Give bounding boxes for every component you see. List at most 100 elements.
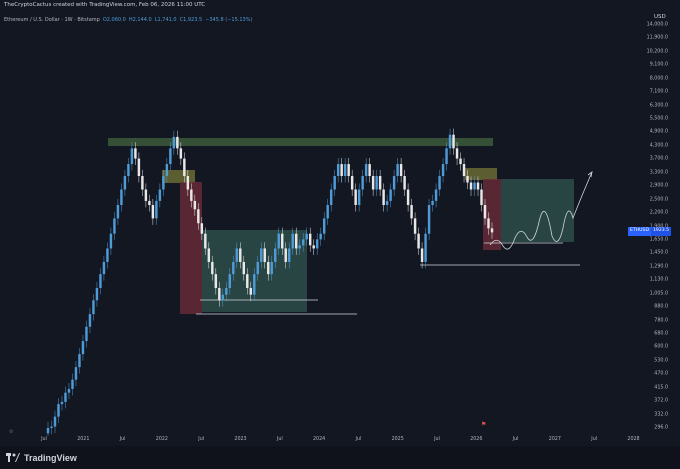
- candle-body: [155, 200, 158, 219]
- price-label: 880.0: [654, 304, 668, 310]
- candle-body: [116, 205, 120, 219]
- event-flag-icon[interactable]: ⚑: [481, 421, 486, 428]
- candle-body: [109, 233, 113, 249]
- candle-body: [466, 176, 469, 183]
- candle-body: [78, 354, 81, 368]
- candle-body: [364, 164, 368, 177]
- brand-name: TradingView: [24, 452, 77, 463]
- time-label: Jul: [198, 437, 205, 442]
- candle-body: [291, 233, 294, 249]
- price-axis[interactable]: 14,000.0 11,900.0 10,200.0 9,100.0 8,000.0 7,…: [640, 0, 680, 440]
- candle-body: [288, 248, 291, 262]
- candle-body: [284, 248, 287, 262]
- candle-body: [396, 164, 399, 177]
- price-label: 2,500.0: [649, 197, 668, 203]
- candle-body: [483, 205, 487, 219]
- candle-body: [375, 176, 378, 190]
- candle-body: [246, 274, 249, 289]
- candle-body: [256, 261, 259, 275]
- tradingview-logo[interactable]: TradingView: [6, 453, 77, 463]
- candle-body: [162, 176, 165, 190]
- candle-body: [312, 245, 315, 249]
- candle-body: [361, 176, 364, 190]
- candle-body: [141, 176, 144, 190]
- candle-body: [99, 274, 102, 289]
- price-label: 8,000.0: [649, 76, 668, 82]
- tradingview-logo-icon: [6, 453, 20, 462]
- price-badge: ETHUSD 1923.5: [628, 227, 674, 236]
- candle-body: [249, 288, 252, 295]
- footer-bar: TradingView: [0, 446, 680, 469]
- price-label: 6,300.0: [649, 103, 668, 109]
- candle-body: [424, 233, 427, 262]
- candle-body: [74, 367, 78, 380]
- candle-body: [172, 136, 176, 149]
- candle-body: [452, 134, 455, 149]
- price-label: 4,900.0: [649, 129, 668, 135]
- badge-price: 1923.5: [650, 227, 672, 236]
- settings-icon[interactable]: ⚙: [9, 429, 13, 435]
- candle-body: [277, 233, 280, 249]
- price-label: 1,290.0: [649, 264, 668, 270]
- candle-body: [123, 176, 127, 190]
- candle-body: [95, 288, 99, 301]
- candle-body: [445, 148, 448, 165]
- badge-symbol: ETHUSD: [628, 227, 651, 236]
- candle-body: [340, 164, 343, 177]
- candle-body: [319, 233, 322, 240]
- price-label: 3,700.0: [649, 156, 668, 162]
- candle-body: [190, 189, 193, 201]
- candle-body: [357, 189, 361, 206]
- candle-body: [239, 248, 242, 262]
- candle-body: [137, 158, 141, 177]
- price-label: 2,900.0: [649, 183, 668, 189]
- candle-body: [403, 176, 406, 190]
- price-label: 3,300.0: [649, 170, 668, 176]
- candle-body: [81, 341, 85, 355]
- time-label: Jul: [434, 437, 440, 442]
- price-chart[interactable]: [0, 0, 640, 436]
- price-label: 530.0: [654, 358, 668, 364]
- candle-body: [378, 176, 382, 190]
- candle-body: [67, 388, 71, 393]
- candle-body: [50, 426, 53, 428]
- candle-body: [263, 248, 266, 262]
- candle-body: [200, 223, 204, 234]
- time-label: 2023: [234, 437, 247, 442]
- candle-body: [476, 182, 480, 190]
- candle-body: [308, 233, 312, 246]
- resistance-zone: [108, 138, 493, 146]
- candle-body: [410, 205, 413, 219]
- candle-body: [88, 314, 92, 327]
- candle-body: [151, 205, 155, 219]
- candle-body: [183, 158, 186, 177]
- price-label: 372.0: [654, 398, 668, 404]
- time-axis[interactable]: Jul 2021 Jul 2022 Jul 2023 Jul 2024 Jul 2025 Jul 20…: [0, 436, 640, 446]
- time-label: 2028: [627, 437, 640, 442]
- candle-body: [382, 189, 385, 206]
- candle-body: [385, 200, 389, 206]
- candle-body: [179, 148, 183, 159]
- candle-body: [235, 248, 239, 262]
- candle-body: [368, 164, 371, 177]
- time-label: 2024: [312, 437, 326, 442]
- price-label: 11,900.0: [646, 35, 668, 41]
- price-label: 9,100.0: [649, 62, 668, 68]
- candle-body: [130, 148, 134, 165]
- candle-body: [270, 261, 273, 275]
- price-label: 1,005.0: [649, 291, 668, 297]
- candle-body: [158, 189, 162, 201]
- candle-body: [347, 164, 350, 177]
- candle-body: [281, 233, 284, 249]
- candle-body: [315, 239, 319, 249]
- price-label: 1,450.0: [649, 250, 668, 256]
- candle-body: [434, 189, 438, 201]
- time-label: Jul: [355, 437, 362, 442]
- candle-body: [260, 248, 263, 262]
- candle-body: [60, 401, 64, 405]
- candle-body: [487, 218, 490, 229]
- candle-body: [480, 189, 483, 206]
- candle-body: [455, 148, 459, 159]
- candle-body: [92, 300, 95, 315]
- sell-zone-left: [180, 182, 202, 314]
